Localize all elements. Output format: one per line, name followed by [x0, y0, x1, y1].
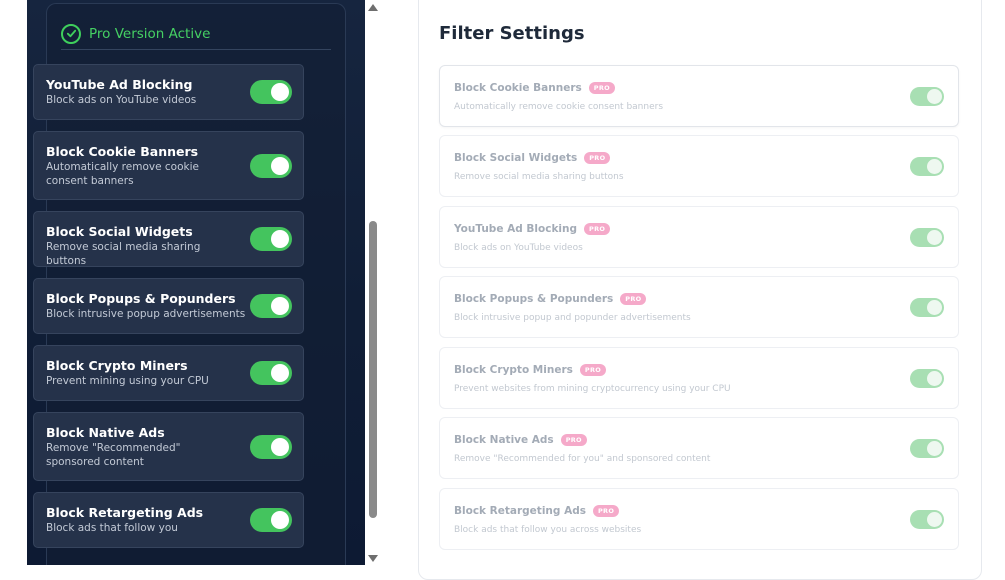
native-ads-toggle[interactable]	[250, 435, 292, 459]
filter-title: Block Cookie Banners	[454, 82, 582, 94]
popup-filter-item: Block Crypto Miners Prevent mining using…	[33, 345, 304, 401]
retargeting-ads-toggle[interactable]	[250, 508, 292, 532]
social-widgets-toggle[interactable]	[250, 227, 292, 251]
settings-filter-item: Block Social Widgets PRO Remove social me…	[439, 135, 959, 197]
filter-description: Block intrusive popup and popunder adver…	[454, 313, 691, 323]
toggle-knob	[271, 511, 289, 529]
pro-badge: PRO	[584, 223, 611, 235]
cookie-banners-toggle[interactable]	[250, 154, 292, 178]
filter-title: Block Native Ads	[454, 434, 554, 446]
native-ads-setting-toggle[interactable]	[910, 439, 944, 458]
toggle-knob	[927, 89, 942, 104]
social-widgets-setting-toggle[interactable]	[910, 157, 944, 176]
popup-filter-item: Block Popups & Popunders Block intrusive…	[33, 278, 304, 334]
toggle-knob	[271, 438, 289, 456]
filter-title: Block Social Widgets	[454, 152, 578, 164]
retargeting-ads-setting-toggle[interactable]	[910, 510, 944, 529]
popups-popunders-setting-toggle[interactable]	[910, 298, 944, 317]
filter-description: Block intrusive popup advertisements	[46, 308, 246, 320]
pro-badge: PRO	[560, 434, 587, 446]
filter-description: Prevent websites from mining cryptocurre…	[454, 384, 731, 394]
toggle-knob	[927, 441, 942, 456]
toggle-knob	[927, 230, 942, 245]
filter-description: Block ads on YouTube videos	[46, 94, 197, 106]
cookie-banners-setting-toggle[interactable]	[910, 87, 944, 106]
popup-filter-item: Block Cookie Banners Automatically remov…	[33, 131, 304, 200]
settings-filter-item: YouTube Ad Blocking PRO Block ads on YouT…	[439, 206, 959, 268]
crypto-miners-toggle[interactable]	[250, 361, 292, 385]
toggle-knob	[271, 83, 289, 101]
pro-status-header: Pro Version Active	[61, 18, 331, 50]
popup-filter-item: YouTube Ad Blocking Block ads on YouTube…	[33, 64, 304, 120]
filter-description: Automatically remove cookie consent bann…	[46, 161, 199, 187]
filter-title: Block Retargeting Ads	[454, 505, 586, 517]
pro-badge: PRO	[620, 293, 647, 305]
pro-status-label: Pro Version Active	[89, 25, 211, 42]
scroll-down-arrow-icon[interactable]	[368, 555, 378, 562]
check-circle-icon	[61, 23, 81, 44]
pro-badge: PRO	[592, 505, 620, 517]
filter-title: Block Crypto Miners	[454, 364, 573, 376]
filter-description: Remove social media sharing buttons	[46, 241, 201, 267]
toggle-knob	[271, 157, 289, 175]
toggle-knob	[927, 300, 942, 315]
toggle-knob	[927, 371, 942, 386]
filter-description: Block ads on YouTube videos	[454, 243, 583, 253]
filter-description: Prevent mining using your CPU	[46, 375, 209, 387]
settings-filter-item: Block Native Ads PRO Remove "Recommended …	[439, 417, 959, 479]
toggle-knob	[271, 297, 289, 315]
filter-title: YouTube Ad Blocking	[454, 223, 578, 235]
scroll-thumb[interactable]	[369, 221, 377, 518]
settings-filter-item: Block Crypto Miners PRO Prevent websites …	[439, 347, 959, 409]
crypto-miners-setting-toggle[interactable]	[910, 369, 944, 388]
popup-scrollbar[interactable]	[366, 0, 380, 565]
toggle-knob	[927, 159, 942, 174]
toggle-knob	[927, 512, 942, 527]
filter-description: Remove social media sharing buttons	[454, 172, 624, 182]
settings-filter-item: Block Popups & Popunders PRO Block intrus…	[439, 276, 959, 338]
popups-popunders-toggle[interactable]	[250, 294, 292, 318]
filter-description: Automatically remove cookie consent bann…	[454, 102, 664, 112]
pro-badge: PRO	[584, 152, 611, 164]
popup-filter-item: Block Social Widgets Remove social media…	[33, 211, 304, 267]
filter-description: Block ads that follow you across website…	[454, 525, 642, 535]
settings-filter-item: Block Retargeting Ads PRO Block ads that …	[439, 488, 959, 550]
scroll-up-arrow-icon[interactable]	[368, 4, 378, 11]
pro-badge: PRO	[588, 82, 615, 94]
pro-badge: PRO	[579, 364, 607, 376]
filter-title: Block Popups & Popunders	[454, 293, 614, 305]
filter-description: Remove "Recommended" sponsored content	[46, 442, 181, 468]
youtube-ad-blocking-setting-toggle[interactable]	[910, 228, 944, 247]
filter-description: Block ads that follow you	[46, 522, 178, 534]
youtube-ad-blocking-toggle[interactable]	[250, 80, 292, 104]
popup-filter-item: Block Native Ads Remove "Recommended" sp…	[33, 412, 304, 481]
toggle-knob	[271, 364, 289, 382]
popup-filter-item: Block Retargeting Ads Block ads that fol…	[33, 492, 304, 548]
page-title: Filter Settings	[439, 23, 585, 44]
settings-filter-item: Block Cookie Banners PRO Automatically re…	[439, 65, 959, 127]
filter-description: Remove "Recommended for you" and sponsor…	[454, 454, 711, 464]
toggle-knob	[271, 230, 289, 248]
